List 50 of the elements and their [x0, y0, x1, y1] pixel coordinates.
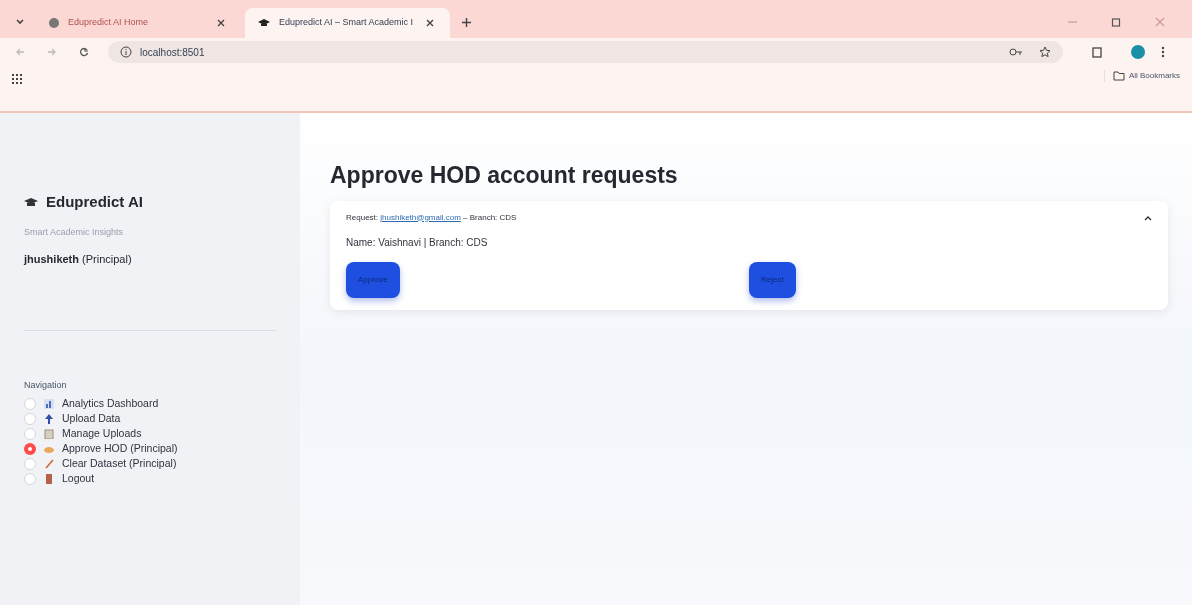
app-title: Edupredict AI [46, 192, 143, 212]
back-arrow-icon [15, 47, 25, 57]
pen-icon [44, 458, 54, 469]
nav-radio-option[interactable]: Approve HOD (Principal) [24, 441, 276, 456]
radio-button[interactable] [24, 397, 36, 410]
browser-tab[interactable]: Edupredict AI – Smart Academic I [245, 8, 450, 38]
tab-favicon-icon [48, 17, 60, 29]
radio-button[interactable] [24, 472, 36, 485]
profile-avatar-icon [1131, 45, 1145, 59]
apps-grid-icon [12, 74, 22, 84]
close-icon [1155, 17, 1165, 27]
graduation-cap-icon [24, 197, 38, 208]
chevron-down-icon [15, 17, 25, 27]
forward-arrow-icon [47, 47, 57, 57]
browser-tab[interactable]: Edupredict AI Home [36, 8, 241, 38]
tagline: Smart Academic Insights [24, 225, 125, 239]
restore-icon [1111, 17, 1121, 27]
nav-radio-option[interactable]: Clear Dataset (Principal) [24, 456, 276, 471]
bar-chart-icon [44, 398, 54, 409]
user-label: jhushiketh (Principal) [24, 252, 133, 267]
request-header[interactable]: Request: jhushiketh@gmail.com – Branch: CDS [346, 211, 517, 224]
radio-button[interactable] [24, 412, 36, 425]
folder-icon [1112, 71, 1125, 81]
close-icon [217, 19, 225, 27]
request-details: Name: Vaishnavi | Branch: CDS [346, 235, 489, 250]
tab-title: Edupredict AI Home [68, 16, 149, 30]
plus-icon [460, 16, 472, 28]
extensions-icon [1091, 46, 1103, 58]
navigation-label: Navigation [24, 378, 68, 392]
radio-button[interactable] [24, 457, 36, 470]
more-menu-icon [1161, 46, 1165, 58]
nav-radio-option[interactable]: Logout [24, 471, 276, 486]
page-title: Approve HOD account requests [330, 161, 679, 190]
upload-arrow-icon [44, 413, 54, 424]
all-bookmarks-button[interactable]: All Bookmarks [1103, 70, 1180, 82]
nav-radio-option[interactable]: Manage Uploads [24, 426, 276, 441]
url-text: localhost:8501 [140, 45, 205, 60]
reload-icon [79, 47, 89, 57]
info-icon [120, 46, 132, 58]
nav-radio-option[interactable]: Upload Data [24, 411, 276, 426]
tab-favicon-icon [257, 17, 271, 29]
tab-title: Edupredict AI – Smart Academic I [279, 16, 414, 30]
nav-radio-option[interactable]: Analytics Dashboard [24, 396, 276, 411]
email-link[interactable]: jhushiketh@gmail.com [380, 212, 461, 222]
radio-button[interactable] [24, 442, 36, 455]
address-bar[interactable]: localhost:8501 [108, 41, 1063, 63]
star-icon [1039, 46, 1051, 58]
radio-button[interactable] [24, 427, 36, 440]
key-icon [1009, 47, 1023, 57]
close-icon [426, 19, 434, 27]
